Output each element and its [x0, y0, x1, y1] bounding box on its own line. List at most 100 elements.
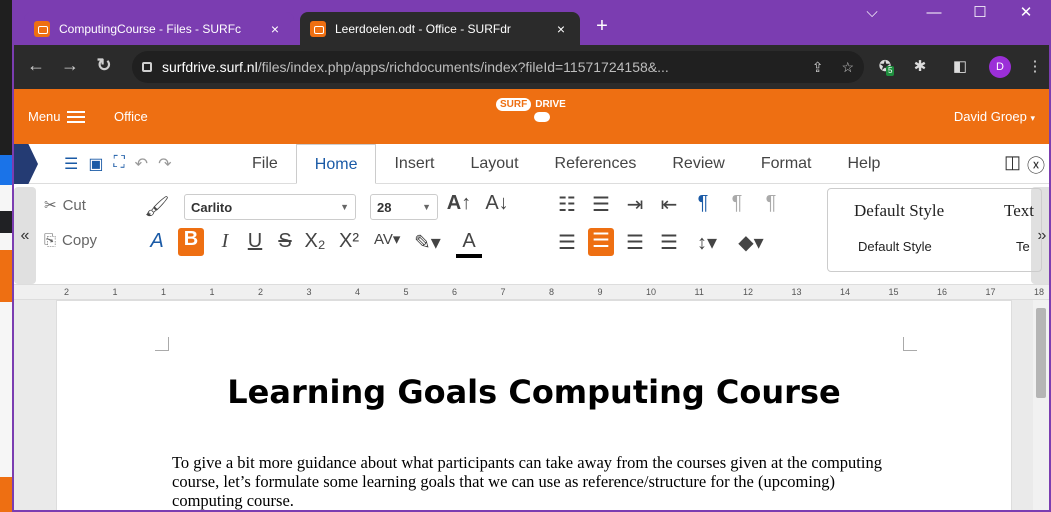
close-tab-icon[interactable]: ×	[552, 21, 570, 37]
copy-button[interactable]: ⎘ Copy	[44, 232, 97, 249]
grow-font-icon[interactable]: A↑	[446, 192, 472, 215]
close-document-icon[interactable]: ⓧ	[1027, 152, 1045, 178]
horizontal-ruler[interactable]: 2 1 1 1 2 3 4 5 6 7 8 9 10 11 12 13 14 15 16 17 18	[14, 284, 1049, 300]
ruler-tick: 12	[743, 287, 754, 297]
back-icon[interactable]: ←	[24, 55, 48, 76]
font-color-icon[interactable]: A	[456, 230, 482, 258]
undo-icon[interactable]: ↶	[135, 154, 148, 174]
style-gallery[interactable]: Default Style Text Default Style Te	[827, 188, 1042, 272]
character-spacing-icon[interactable]: AV▾	[374, 230, 400, 248]
bold-icon[interactable]: B	[178, 228, 204, 256]
increase-indent-icon[interactable]: ⇥	[622, 192, 648, 217]
ltr-icon[interactable]: ¶	[724, 192, 750, 215]
tab-references[interactable]: References	[537, 144, 655, 184]
scroll-left-icon[interactable]: «	[14, 187, 36, 284]
menu-icon[interactable]: ☰	[64, 154, 78, 174]
tab-leerdoelen[interactable]: Leerdoelen.odt - Office - SURFdr ×	[300, 12, 580, 45]
ruler-tick: 16	[937, 287, 948, 297]
superscript-icon[interactable]: X²	[336, 230, 362, 253]
rtl-icon[interactable]: ¶	[758, 192, 784, 215]
tab-file[interactable]: File	[234, 144, 296, 184]
cut-button[interactable]: ✂ Cut	[44, 196, 86, 215]
reload-icon[interactable]: ↻	[92, 55, 116, 76]
style-preview[interactable]: Text	[1004, 201, 1034, 221]
subscript-icon[interactable]: X₂	[302, 230, 328, 253]
document-title[interactable]: Learning Goals Computing Course	[57, 373, 1011, 411]
align-left-icon[interactable]: ☰	[554, 230, 580, 255]
home-ribbon: « » ✂ Cut ⎘ Copy 🖌 Carlito ▼ 28 ▼ A↑ A↓ A B …	[14, 184, 1049, 284]
document-paragraph[interactable]: To give a bit more guidance about what p…	[172, 453, 902, 510]
caret-down-icon: ▾	[1030, 113, 1035, 123]
surfdrive-favicon-icon	[310, 20, 326, 37]
decrease-indent-icon[interactable]: ⇤	[656, 192, 682, 217]
style-name[interactable]: Default Style	[858, 239, 932, 254]
font-name-select[interactable]: Carlito ▼	[184, 194, 356, 220]
user-menu[interactable]: David Groep ▾	[954, 109, 1035, 124]
tab-search-icon[interactable]: ⌵	[849, 0, 895, 28]
ruler-tick: 4	[355, 287, 361, 297]
shrink-font-icon[interactable]: A↓	[484, 192, 510, 215]
profile-avatar[interactable]: D	[989, 56, 1011, 78]
document-page[interactable]: Learning Goals Computing Course To give …	[56, 300, 1012, 510]
chevron-down-icon: ▼	[422, 202, 431, 212]
bookmark-star-icon[interactable]: ☆	[841, 59, 854, 76]
save-icon[interactable]: ▣	[88, 154, 103, 174]
vertical-scrollbar[interactable]	[1033, 300, 1049, 510]
browser-menu-icon[interactable]: ⋮	[1024, 56, 1046, 78]
underline-icon[interactable]: U	[242, 230, 268, 253]
minimize-button[interactable]: —	[911, 0, 957, 28]
forward-icon[interactable]: →	[58, 55, 82, 76]
close-tab-icon[interactable]: ×	[266, 21, 284, 37]
font-size-value: 28	[377, 199, 392, 215]
character-style-icon[interactable]: A	[144, 230, 170, 253]
line-spacing-icon[interactable]: ↕▾	[694, 230, 720, 255]
italic-icon[interactable]: I	[212, 230, 238, 253]
ruler-tick: 14	[840, 287, 851, 297]
strikethrough-icon[interactable]: S	[272, 230, 298, 253]
style-name[interactable]: Te	[1016, 239, 1030, 254]
app-menu-button[interactable]: Menu	[28, 109, 85, 124]
user-name: David Groep	[953, 109, 1027, 124]
background-color-icon[interactable]: ◆▾	[738, 230, 764, 255]
new-tab-button[interactable]: +	[590, 15, 614, 38]
sidebar-panel-icon[interactable]: ◫	[1004, 152, 1021, 178]
toolbar-right: ◫ ⓧ	[1004, 152, 1045, 178]
browser-window: ComputingCourse - Files - SURFc × Leerdo…	[12, 0, 1051, 512]
cut-label: Cut	[62, 196, 86, 214]
tab-layout[interactable]: Layout	[452, 144, 536, 184]
share-icon[interactable]: ⇪	[812, 59, 824, 76]
font-size-select[interactable]: 28 ▼	[370, 194, 438, 220]
tab-review[interactable]: Review	[654, 144, 742, 184]
bg-window-bar	[0, 211, 12, 233]
scrollbar-thumb[interactable]	[1036, 308, 1046, 398]
surfdrive-logo[interactable]: SURF DRIVE	[496, 98, 566, 122]
tab-format[interactable]: Format	[743, 144, 830, 184]
formatting-marks-icon[interactable]: ¶	[690, 192, 716, 215]
ruler-tick: 13	[791, 287, 802, 297]
extension-badge-icon[interactable]: ✪ 5	[874, 56, 896, 78]
numbering-icon[interactable]: ☰	[588, 192, 614, 217]
tab-home[interactable]: Home	[295, 144, 377, 184]
screen: ComputingCourse - Files - SURFc × Leerdo…	[0, 0, 1051, 512]
fullscreen-icon[interactable]: ⛶	[113, 154, 124, 174]
align-right-icon[interactable]: ☰	[622, 230, 648, 255]
highlight-color-icon[interactable]: ✎▾	[414, 230, 441, 255]
crop-mark	[155, 337, 169, 351]
redo-icon[interactable]: ↷	[158, 154, 171, 174]
tab-help[interactable]: Help	[830, 144, 899, 184]
bullets-icon[interactable]: ☷	[554, 192, 580, 217]
extensions-puzzle-icon[interactable]: ✱	[909, 56, 931, 78]
style-preview[interactable]: Default Style	[854, 201, 944, 221]
close-window-button[interactable]: ✕	[1003, 0, 1049, 28]
justify-icon[interactable]: ☰	[656, 230, 682, 255]
copy-icon: ⎘	[44, 232, 57, 249]
side-panel-icon[interactable]: ◧	[949, 56, 971, 78]
align-center-icon[interactable]: ☰	[588, 228, 614, 256]
tab-computingcourse[interactable]: ComputingCourse - Files - SURFc ×	[24, 12, 294, 45]
ruler-tick: 2	[64, 287, 70, 297]
sidebar-toggle-icon[interactable]	[14, 144, 38, 184]
address-bar[interactable]: surfdrive.surf.nl /files/index.php/apps/…	[132, 51, 864, 83]
maximize-button[interactable]: ☐	[957, 0, 1003, 28]
clone-formatting-icon[interactable]: 🖌	[144, 194, 170, 219]
tab-insert[interactable]: Insert	[376, 144, 452, 184]
